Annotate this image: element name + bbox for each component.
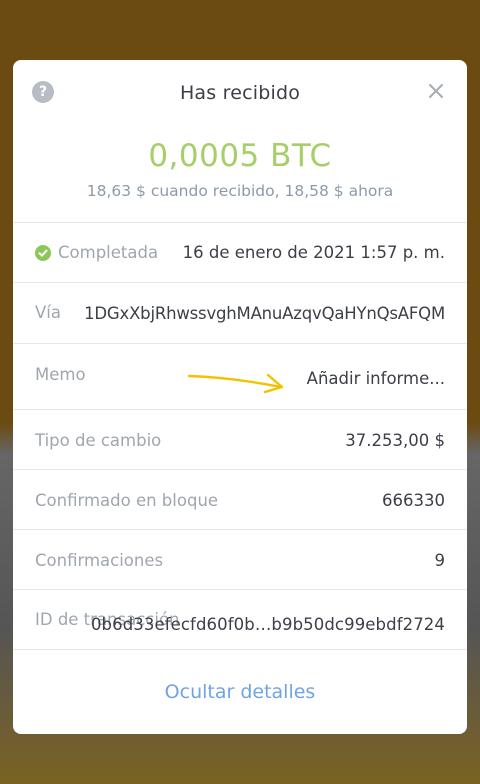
arrow-annotation — [187, 373, 284, 394]
block-value: 666330 — [382, 491, 445, 510]
transaction-dialog: ? Has recibido 0,0005 BTC 18,63 $ cuando… — [13, 60, 467, 734]
status: Completada — [35, 243, 158, 262]
block-label: Confirmado en bloque — [35, 491, 219, 510]
exchange-rate-value: 37.253,00 $ — [345, 431, 445, 450]
memo-row: Memo Añadir informe... — [13, 343, 467, 409]
status-label: Completada — [58, 243, 159, 262]
fiat-now-suffix: ahora — [343, 182, 394, 200]
via-row: Vía 1DGxXbjRhwssvghMAnuAzqvQaHYnQsAFQM — [13, 282, 467, 343]
memo-label: Memo — [35, 365, 86, 384]
via-label: Vía — [35, 303, 61, 322]
memo-input[interactable]: Añadir informe... — [307, 369, 445, 388]
fiat-then: 18,63 $ — [86, 182, 146, 200]
txid-row: ID de transacción 0b6d33efecfd60f0b…b9b5… — [13, 589, 467, 649]
dialog-header: ? Has recibido — [13, 60, 467, 124]
block-row: Confirmado en bloque 666330 — [13, 469, 467, 529]
exchange-rate-label: Tipo de cambio — [35, 431, 162, 450]
fiat-values: 18,63 $ cuando recibido, 18,58 $ ahora — [13, 182, 467, 200]
txid-value[interactable]: 0b6d33efecfd60f0b…b9b50dc99ebdf2724 — [91, 615, 445, 634]
confirmations-row: Confirmaciones 9 — [13, 529, 467, 589]
hide-details-button[interactable]: Ocultar detalles — [13, 681, 467, 703]
exchange-rate-row: Tipo de cambio 37.253,00 $ — [13, 409, 467, 469]
via-address[interactable]: 1DGxXbjRhwssvghMAnuAzqvQaHYnQsAFQM — [84, 304, 445, 323]
status-row: Completada 16 de enero de 2021 1:57 p. m… — [13, 222, 467, 282]
dialog-footer: Ocultar detalles — [13, 649, 467, 734]
fiat-now: 18,58 $ — [284, 182, 344, 200]
close-icon[interactable] — [425, 80, 447, 102]
dialog-title: Has recibido — [179, 82, 301, 104]
confirmations-label: Confirmaciones — [35, 551, 164, 570]
amount-btc: 0,0005 BTC — [148, 138, 332, 174]
status-date: 16 de enero de 2021 1:57 p. m. — [182, 243, 445, 262]
fiat-then-suffix: cuando recibido, — [145, 182, 285, 200]
confirmations-value: 9 — [434, 551, 446, 570]
check-icon — [35, 244, 51, 261]
